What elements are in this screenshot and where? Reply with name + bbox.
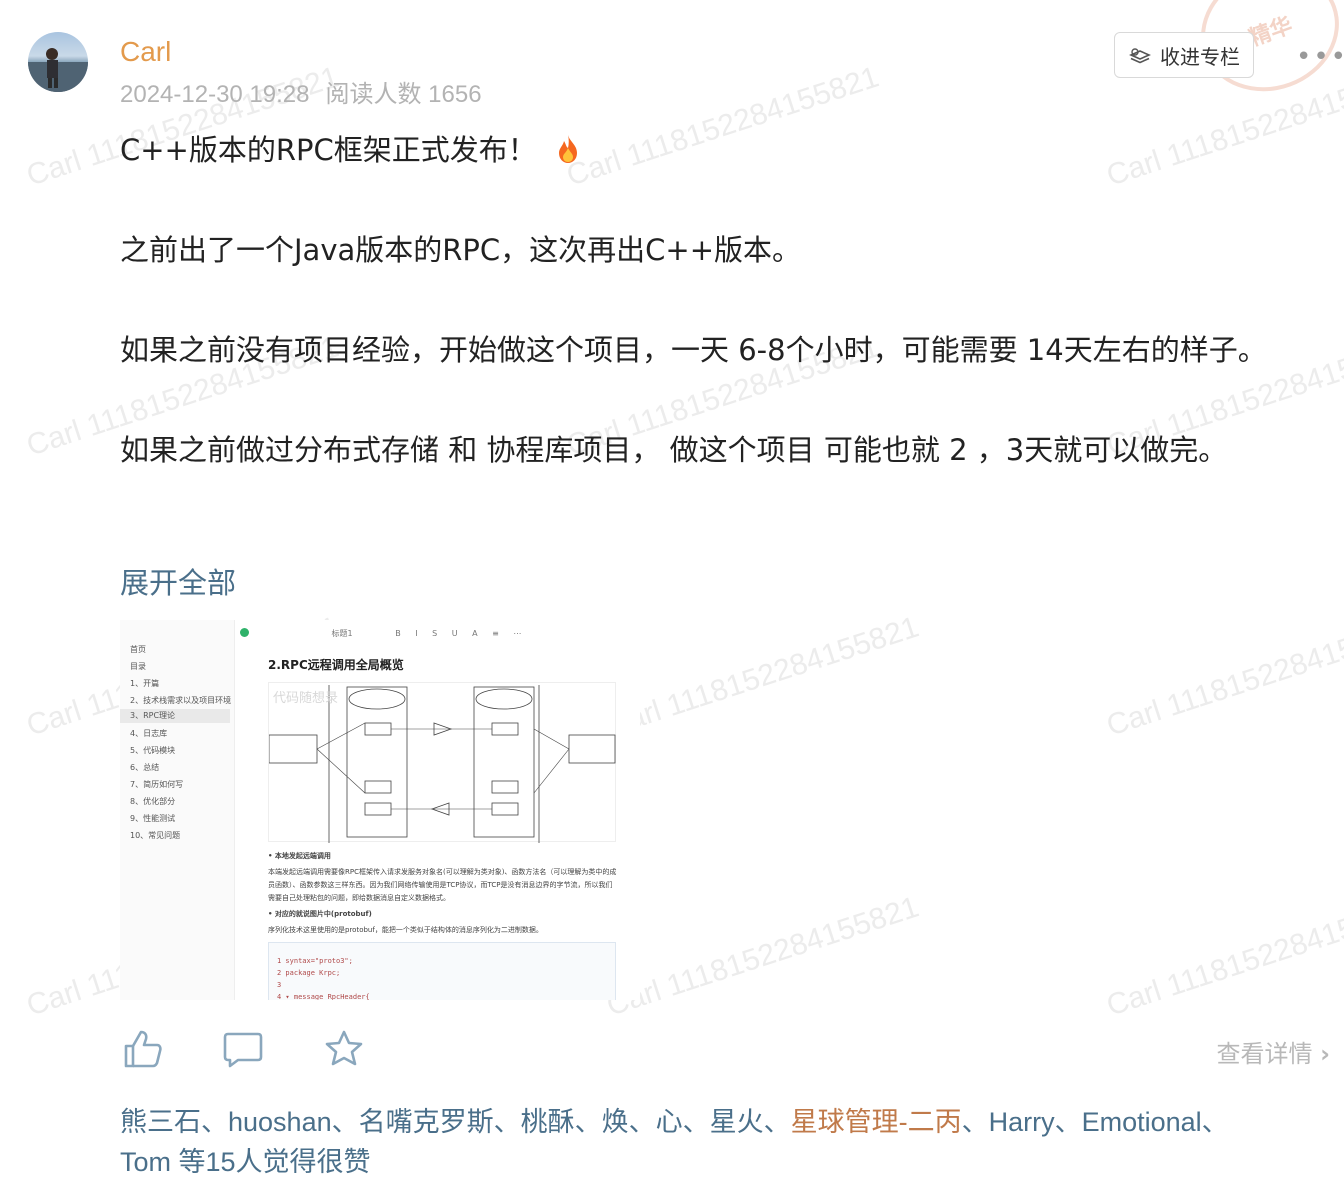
- watermark: Carl 1118152284155821: [1102, 610, 1344, 743]
- expand-all-link[interactable]: 展开全部: [120, 560, 236, 602]
- more-options-button[interactable]: •••: [1296, 42, 1344, 72]
- like-names[interactable]: 、Harry、Emotional、: [962, 1107, 1229, 1137]
- doc-text: 序列化技术这里使用的是protobuf，能把一个类似于结构体的消息序列化为二进制…: [268, 926, 543, 934]
- like-name-highlight[interactable]: 星球管理-二丙: [791, 1107, 962, 1137]
- post-date: 2024-12-30 19:28: [120, 81, 310, 108]
- post-paragraph: 如果之前没有项目经验，开始做这个项目，一天 6-8个小时，可能需要 14天左右的…: [120, 333, 1267, 367]
- post-content: C++版本的RPC框架正式发布！ 之前出了一个Java版本的RPC，这次再出C+…: [120, 130, 1320, 530]
- doc-bullet: • 本地发起远端调用: [268, 852, 331, 860]
- sidebar-item: 1、开篇: [130, 679, 160, 688]
- like-icon[interactable]: [122, 1028, 164, 1070]
- sidebar-item: 7、简历如何写: [130, 780, 184, 789]
- watermark: Carl 1118152284155821: [602, 890, 923, 1023]
- fire-icon: [558, 135, 577, 163]
- doc-sidebar: 首页 目录 1、开篇 2、技术栈需求以及项目环境 3、RPC理论 4、日志库 5…: [120, 620, 235, 1000]
- code-block: 1 syntax="proto3"; 2 package Krpc; 3 4 ▾…: [268, 942, 616, 1000]
- collect-label: 收进专栏: [1160, 44, 1240, 69]
- sidebar-item: 目录: [130, 662, 146, 671]
- read-count: 阅读人数 1656: [325, 81, 482, 108]
- sidebar-item: 8、优化部分: [130, 797, 176, 806]
- doc-toolbar: 标题1 B I S U A ≡ ⋯: [240, 628, 640, 644]
- watermark: Carl 1118152284155821: [1102, 890, 1344, 1023]
- sidebar-item: 2、技术栈需求以及项目环境: [130, 696, 232, 705]
- sidebar-item: 首页: [130, 645, 146, 654]
- doc-title: 2.RPC远程调用全局概览: [268, 658, 404, 672]
- diagram-watermark: 代码随想录: [273, 691, 339, 706]
- author-name[interactable]: Carl: [120, 36, 171, 68]
- doc-bullet: • 对应的就说图片中(protobuf): [268, 910, 372, 918]
- sidebar-item: 9、性能测试: [130, 814, 176, 823]
- avatar[interactable]: [28, 32, 88, 92]
- post-paragraph: 如果之前做过分布式存储 和 协程库项目， 做这个项目 可能也就 2 ，3天就可以…: [120, 433, 1228, 467]
- post-paragraph: 之前出了一个Java版本的RPC，这次再出C++版本。: [120, 233, 801, 267]
- chevron-right-icon: ›: [1320, 1040, 1330, 1068]
- like-summary: Tom 等15人觉得很赞: [120, 1147, 371, 1177]
- view-details-link[interactable]: 查看详情 ›: [1216, 1034, 1330, 1069]
- sidebar-item: 6、总结: [130, 763, 160, 772]
- post-meta: 2024-12-30 19:28 阅读人数 1656: [120, 74, 482, 109]
- rpc-diagram: 代码随想录: [268, 682, 616, 843]
- collect-to-column-button[interactable]: 收进专栏: [1114, 32, 1254, 78]
- sidebar-item: 5、代码模块: [130, 746, 176, 755]
- action-bar: 查看详情 ›: [120, 1028, 1330, 1072]
- likes-list: 熊三石、huoshan、名嘴克罗斯、桃酥、焕、心、星火、星球管理-二丙、Harr…: [120, 1102, 1310, 1182]
- doc-text: 本端发起远端调用需要像RPC框架传入请求发服务对象名(可以理解为类对象)、函数方…: [268, 868, 617, 902]
- sidebar-item: 3、RPC理论: [120, 709, 230, 723]
- stack-icon: [1129, 48, 1151, 64]
- star-icon[interactable]: [323, 1028, 365, 1070]
- post-image[interactable]: 首页 目录 1、开篇 2、技术栈需求以及项目环境 3、RPC理论 4、日志库 5…: [120, 620, 640, 1000]
- post-paragraph: C++版本的RPC框架正式发布！: [120, 130, 1320, 170]
- sidebar-item: 4、日志库: [130, 729, 168, 738]
- sidebar-item: 10、常见问题: [130, 831, 181, 840]
- comment-icon[interactable]: [222, 1028, 264, 1070]
- like-names[interactable]: 熊三石、huoshan、名嘴克罗斯、桃酥、焕、心、星火、: [120, 1107, 791, 1137]
- watermark: Carl 1118152284155821: [602, 610, 923, 743]
